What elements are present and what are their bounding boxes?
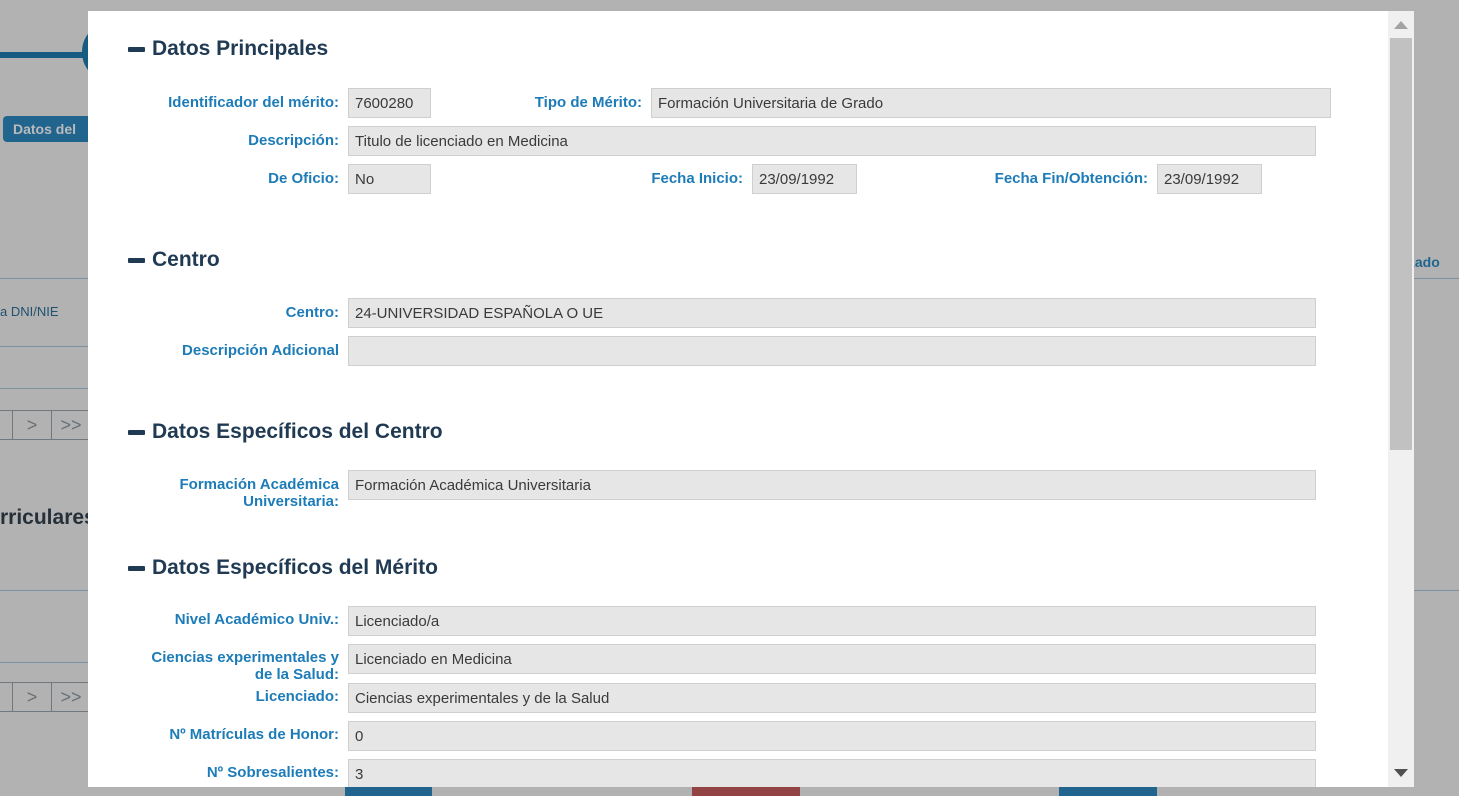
scroll-up-arrow-icon[interactable] (1394, 21, 1408, 29)
section-datos-principales[interactable]: Datos Principales (128, 37, 328, 61)
licenciado-label: Licenciado: (255, 688, 339, 705)
section-title: Datos Específicos del Centro (152, 420, 443, 443)
descripcion-label: Descripción: (248, 132, 339, 149)
fecha-fin-field[interactable]: 23/09/1992 (1157, 164, 1262, 194)
descripcion-adicional-label: Descripción Adicional (182, 342, 339, 359)
licenciado-field[interactable]: Ciencias experimentales y de la Salud (348, 683, 1316, 713)
identificador-field[interactable]: 7600280 (348, 88, 431, 118)
collapse-icon[interactable] (128, 257, 145, 263)
matriculas-honor-field[interactable]: 0 (348, 721, 1316, 751)
descripcion-adicional-field[interactable] (348, 336, 1316, 366)
tipo-merito-field[interactable]: Formación Universitaria de Grado (651, 88, 1331, 118)
matriculas-honor-label: Nº Matrículas de Honor: (169, 726, 339, 743)
centro-label: Centro: (285, 304, 339, 321)
sobresalientes-field[interactable]: 3 (348, 759, 1316, 787)
ciencias-experimentales-label: Ciencias experimentales y de la Salud: (128, 649, 339, 683)
section-centro[interactable]: Centro (128, 248, 220, 272)
section-title: Centro (152, 248, 220, 271)
identificador-label: Identificador del mérito: (168, 94, 339, 111)
fecha-fin-label: Fecha Fin/Obtención: (994, 170, 1148, 187)
formacion-academica-field[interactable]: Formación Académica Universitaria (348, 470, 1316, 500)
de-oficio-field[interactable]: No (348, 164, 431, 194)
section-datos-especificos-merito[interactable]: Datos Específicos del Mérito (128, 556, 438, 580)
descripcion-field[interactable]: Titulo de licenciado en Medicina (348, 126, 1316, 156)
collapse-icon[interactable] (128, 46, 145, 52)
tipo-merito-label: Tipo de Mérito: (534, 94, 642, 111)
label-line: de la Salud: (254, 666, 339, 683)
nivel-academico-label: Nivel Académico Univ.: (174, 611, 339, 628)
modal-scrollbar[interactable] (1388, 11, 1414, 787)
scroll-down-arrow-icon[interactable] (1394, 769, 1408, 777)
collapse-icon[interactable] (128, 429, 145, 435)
label-line: Universitaria: (243, 493, 339, 510)
fecha-inicio-label: Fecha Inicio: (651, 170, 743, 187)
label-line: Formación Académica (179, 476, 340, 493)
merit-detail-modal: Datos Principales Identificador del méri… (88, 11, 1414, 787)
centro-field[interactable]: 24-UNIVERSIDAD ESPAÑOLA O UE (348, 298, 1316, 328)
fecha-inicio-field[interactable]: 23/09/1992 (752, 164, 857, 194)
section-title: Datos Principales (152, 37, 329, 60)
scrollbar-thumb[interactable] (1390, 38, 1412, 450)
section-title: Datos Específicos del Mérito (152, 556, 438, 579)
sobresalientes-label: Nº Sobresalientes: (206, 764, 339, 781)
de-oficio-label: De Oficio: (268, 170, 339, 187)
formacion-academica-label: Formación Académica Universitaria: (128, 476, 340, 510)
section-datos-especificos-centro[interactable]: Datos Específicos del Centro (128, 420, 443, 444)
collapse-icon[interactable] (128, 565, 145, 571)
nivel-academico-field[interactable]: Licenciado/a (348, 606, 1316, 636)
ciencias-experimentales-field[interactable]: Licenciado en Medicina (348, 644, 1316, 674)
label-line: Ciencias experimentales y (151, 649, 339, 666)
